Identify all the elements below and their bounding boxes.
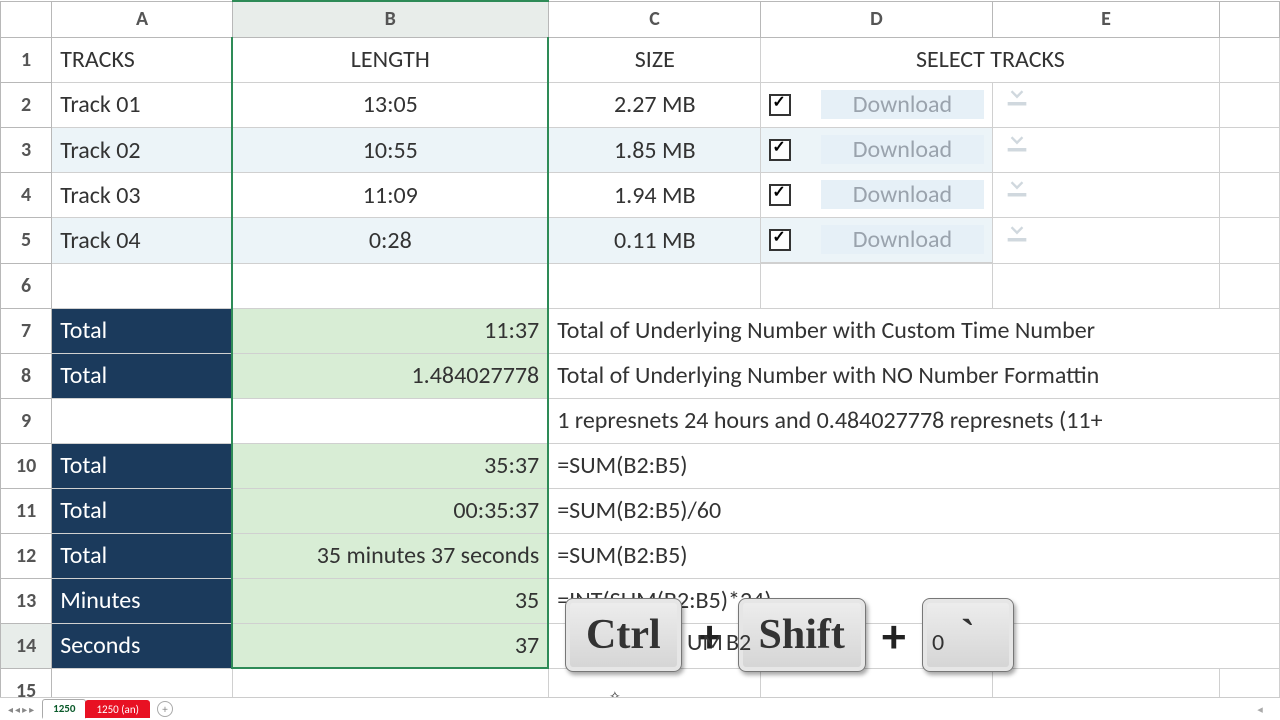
col-A[interactable]: A xyxy=(52,1,233,37)
total-label[interactable]: Total xyxy=(52,308,233,353)
row-10[interactable]: 10 xyxy=(1,443,52,488)
col-D[interactable]: D xyxy=(761,1,992,37)
download-icon[interactable] xyxy=(992,128,1220,173)
sheet-tab-2[interactable]: 1250 (an) xyxy=(85,700,150,718)
download-link[interactable]: Download xyxy=(821,90,983,119)
sheet-nav[interactable]: ◂ ◂ ▸ ▸ xyxy=(0,703,42,716)
formula-text[interactable]: =SUM(B2:B5) xyxy=(548,533,1279,578)
track-size[interactable]: 2.27 MB xyxy=(548,82,761,128)
track-name[interactable]: Track 04 xyxy=(52,218,233,264)
col-C[interactable]: C xyxy=(548,1,761,37)
total-value[interactable]: 37 xyxy=(232,623,548,668)
col-overflow xyxy=(1220,1,1280,37)
checkbox-icon[interactable] xyxy=(769,94,791,116)
checkbox-icon[interactable] xyxy=(769,184,791,206)
formula-frag: B2 xyxy=(726,628,751,657)
total-label[interactable]: Minutes xyxy=(52,578,233,623)
nav-last-icon[interactable]: ▸ xyxy=(29,703,34,716)
track-name[interactable]: Track 01 xyxy=(52,82,233,128)
col-E[interactable]: E xyxy=(992,1,1220,37)
row9-note[interactable]: 1 represnets 24 hours and 0.484027778 re… xyxy=(548,398,1279,443)
track-name[interactable]: Track 02 xyxy=(52,128,233,173)
hdr-size[interactable]: SIZE xyxy=(548,37,761,82)
row-13[interactable]: 13 xyxy=(1,578,52,623)
row-2[interactable]: 2 xyxy=(1,82,52,128)
formula-frag: 0 xyxy=(932,628,944,657)
checkbox-icon[interactable] xyxy=(769,139,791,161)
track-cb-dl[interactable]: Download xyxy=(761,128,991,173)
total-value[interactable]: 35 minutes 37 seconds xyxy=(232,533,548,578)
hdr-length[interactable]: LENGTH xyxy=(232,37,548,82)
hdr-select[interactable]: SELECT TRACKS xyxy=(761,37,1220,82)
total-value[interactable]: 35 xyxy=(232,578,548,623)
row-8[interactable]: 8 xyxy=(1,353,52,398)
row-9[interactable]: 9 xyxy=(1,398,52,443)
new-sheet-button[interactable]: + xyxy=(157,701,173,717)
total-note[interactable]: Total of Underlying Number with Custom T… xyxy=(548,308,1279,353)
track-length[interactable]: 0:28 xyxy=(232,218,548,264)
download-icon[interactable] xyxy=(992,218,1220,264)
key-shift: Shift xyxy=(738,598,866,672)
select-all-corner[interactable] xyxy=(1,1,52,37)
total-label[interactable]: Total xyxy=(52,353,233,398)
total-value[interactable]: 00:35:37 xyxy=(232,488,548,533)
track-cb-dl[interactable]: Download xyxy=(761,83,991,128)
track-size[interactable]: 0.11 MB xyxy=(548,218,761,264)
row-4[interactable]: 4 xyxy=(1,173,52,218)
row-14[interactable]: 14 xyxy=(1,623,52,668)
sheet-tab-1[interactable]: 1250 xyxy=(42,699,86,719)
track-cb-dl[interactable]: Download xyxy=(761,218,991,263)
total-value[interactable]: 35:37 xyxy=(232,443,548,488)
total-value[interactable]: 1.484027778 xyxy=(232,353,548,398)
row-3[interactable]: 3 xyxy=(1,128,52,173)
row-11[interactable]: 11 xyxy=(1,488,52,533)
column-header-row: A B C D E xyxy=(1,1,1280,37)
download-link[interactable]: Download xyxy=(821,225,983,254)
hscroll-left-icon[interactable]: ◂ xyxy=(1240,703,1280,716)
keyboard-shortcut-overlay: Ctrl + Shift + ` xyxy=(565,598,1014,672)
total-label[interactable]: Total xyxy=(52,533,233,578)
row-1[interactable]: 1 xyxy=(1,37,52,82)
row-5[interactable]: 5 xyxy=(1,218,52,264)
track-size[interactable]: 1.94 MB xyxy=(548,173,761,218)
hdr-tracks[interactable]: TRACKS xyxy=(52,37,233,82)
total-label[interactable]: Total xyxy=(52,488,233,533)
row-7[interactable]: 7 xyxy=(1,308,52,353)
total-label[interactable]: Seconds xyxy=(52,623,233,668)
checkbox-icon[interactable] xyxy=(769,229,791,251)
row-12[interactable]: 12 xyxy=(1,533,52,578)
download-icon[interactable] xyxy=(992,173,1220,218)
download-link[interactable]: Download xyxy=(821,135,983,164)
total-label[interactable]: Total xyxy=(52,443,233,488)
sheet-tab-bar: ◂ ◂ ▸ ▸ 1250 1250 (an) + ◂ xyxy=(0,697,1280,720)
track-name[interactable]: Track 03 xyxy=(52,173,233,218)
total-value[interactable]: 11:37 xyxy=(232,308,548,353)
row-6[interactable]: 6 xyxy=(1,263,52,308)
formula-frag: UM xyxy=(687,628,723,657)
track-length[interactable]: 11:09 xyxy=(232,173,548,218)
plus-icon: + xyxy=(882,606,906,665)
formula-text[interactable]: =SUM(B2:B5)/60 xyxy=(548,488,1279,533)
nav-prev-icon[interactable]: ◂ xyxy=(15,703,20,716)
total-note[interactable]: Total of Underlying Number with NO Numbe… xyxy=(548,353,1279,398)
key-ctrl: Ctrl xyxy=(565,598,682,672)
download-icon[interactable] xyxy=(992,82,1220,128)
track-size[interactable]: 1.85 MB xyxy=(548,128,761,173)
track-cb-dl[interactable]: Download xyxy=(761,173,991,218)
nav-first-icon[interactable]: ◂ xyxy=(8,703,13,716)
track-length[interactable]: 10:55 xyxy=(232,128,548,173)
formula-text[interactable]: =SUM(B2:B5) xyxy=(548,443,1279,488)
download-link[interactable]: Download xyxy=(821,180,983,209)
cell-blank[interactable] xyxy=(1220,37,1280,82)
track-length[interactable]: 13:05 xyxy=(232,82,548,128)
nav-next-icon[interactable]: ▸ xyxy=(22,703,27,716)
col-B[interactable]: B xyxy=(232,1,548,37)
